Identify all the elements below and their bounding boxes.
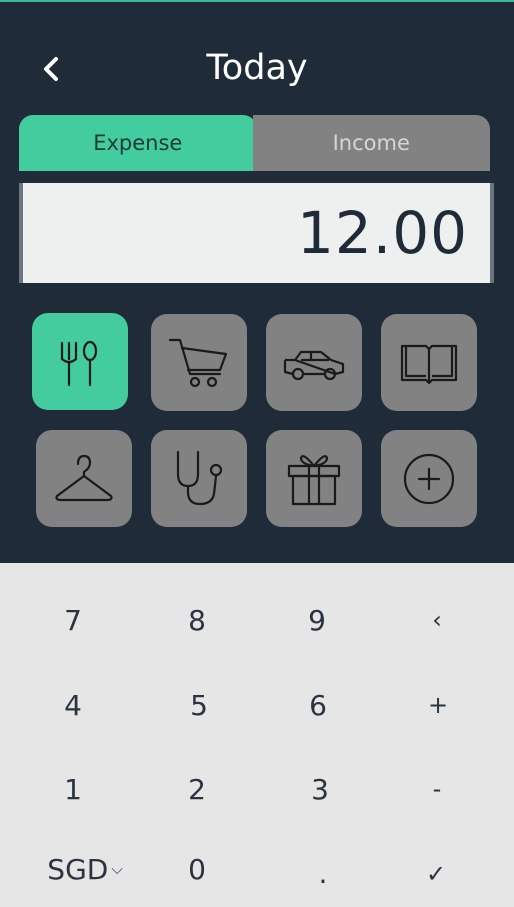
confirm-key[interactable]: ✓ <box>376 844 496 904</box>
category-clothing-button[interactable] <box>36 430 132 527</box>
amount-display[interactable]: 12.00 <box>19 183 494 283</box>
decimal-key[interactable]: . <box>263 843 383 903</box>
key-0[interactable]: 0 <box>137 839 257 899</box>
currency-label: SGD <box>47 852 109 886</box>
minus-key[interactable]: - <box>377 759 497 819</box>
key-8[interactable]: 8 <box>137 590 257 650</box>
category-add-button[interactable] <box>381 430 477 527</box>
page-title: Today <box>206 48 308 88</box>
key-4[interactable]: 4 <box>13 675 133 735</box>
backspace-key[interactable]: ‹ <box>377 590 497 650</box>
category-transport-button[interactable] <box>266 314 362 411</box>
category-education-button[interactable] <box>381 314 477 411</box>
gift-icon <box>287 454 341 505</box>
header-panel: Today Expense Income 12.00 <box>0 0 514 563</box>
key-9[interactable]: 9 <box>257 590 377 650</box>
key-7[interactable]: 7 <box>13 590 133 650</box>
tab-income[interactable]: Income <box>252 115 490 171</box>
add-icon <box>403 453 455 504</box>
cart-icon <box>168 338 228 387</box>
tab-expense[interactable]: Expense <box>19 115 257 171</box>
category-health-button[interactable] <box>151 430 247 527</box>
book-icon <box>400 344 458 384</box>
currency-selector[interactable]: SGD ⌵ <box>25 839 145 899</box>
plus-key[interactable]: + <box>378 675 498 735</box>
food-icon <box>60 340 98 386</box>
number-keypad: 7 8 9 ‹ 4 5 6 + 1 2 3 - SGD ⌵ 0 . ✓ <box>0 563 514 907</box>
key-2[interactable]: 2 <box>137 759 257 819</box>
category-gift-button[interactable] <box>266 430 362 527</box>
category-food-button[interactable] <box>32 313 128 410</box>
stethoscope-icon <box>176 450 223 505</box>
category-shopping-button[interactable] <box>151 314 247 411</box>
hanger-icon <box>55 454 113 501</box>
key-3[interactable]: 3 <box>260 759 380 819</box>
chevron-down-icon: ⌵ <box>111 860 123 878</box>
key-1[interactable]: 1 <box>13 759 133 819</box>
car-icon <box>283 350 345 380</box>
key-5[interactable]: 5 <box>139 675 259 735</box>
type-tabs: Expense Income <box>19 115 490 171</box>
key-6[interactable]: 6 <box>258 675 378 735</box>
